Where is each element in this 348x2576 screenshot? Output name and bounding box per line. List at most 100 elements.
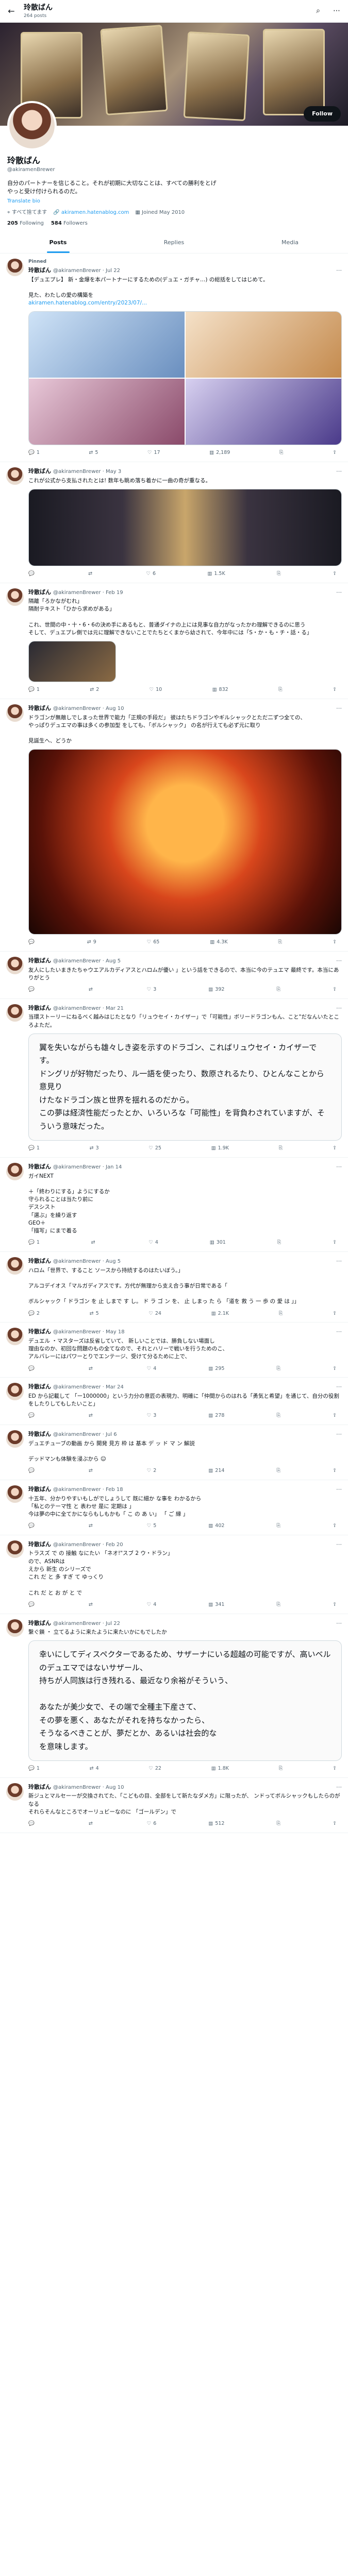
views-button[interactable]: ▥ 2.1K — [211, 1310, 229, 1317]
tweet-media-card-image[interactable] — [28, 749, 342, 935]
tweet-avatar[interactable] — [6, 259, 24, 276]
tweet-author-handle[interactable]: @akiramenBrewer · Aug 5 — [53, 1258, 121, 1266]
more-icon[interactable]: ⋯ — [336, 1619, 342, 1628]
tweet-avatar[interactable] — [6, 1004, 24, 1022]
tweet[interactable]: 玲散ばん @akiramenBrewer · May 3 ⋯ これが公式から支払された… — [0, 462, 348, 583]
more-icon[interactable]: ⋯ — [336, 1163, 342, 1171]
like-button[interactable]: ♡ 3 — [147, 986, 157, 993]
followers-count-link[interactable]: 584 Followers — [51, 220, 88, 228]
views-button[interactable]: ▥ 295 — [208, 1365, 224, 1372]
like-button[interactable]: ♡ 24 — [148, 1310, 161, 1317]
views-button[interactable]: ▥ 402 — [208, 1522, 224, 1530]
bookmark-button[interactable]: ⎘ — [278, 939, 283, 946]
tab-media[interactable]: Media — [232, 232, 348, 253]
tweet-author-name[interactable]: 玲散ばん — [28, 1485, 51, 1494]
tweet-author-handle[interactable]: @akiramenBrewer · Feb 20 — [53, 1541, 123, 1549]
tweet-author-handle[interactable]: @akiramenBrewer · May 3 — [53, 468, 121, 476]
views-button[interactable]: ▥ 2,189 — [209, 449, 230, 456]
bookmark-button[interactable]: ⎘ — [279, 1145, 283, 1152]
retweet-button[interactable]: ⇄ — [91, 1239, 97, 1246]
retweet-button[interactable]: ⇄ 5 — [89, 449, 98, 456]
retweet-button[interactable]: ⇄ — [89, 1820, 95, 1827]
tweet-avatar[interactable] — [6, 1163, 24, 1181]
avatar[interactable] — [7, 101, 57, 150]
tweet-media-grid[interactable] — [28, 311, 342, 446]
tweet-author-handle[interactable]: @akiramenBrewer · Aug 10 — [53, 1784, 124, 1792]
reply-button[interactable]: 💬 — [28, 1522, 37, 1530]
media-image[interactable] — [29, 379, 185, 445]
views-button[interactable]: ▥ 1.5K — [207, 570, 225, 578]
quoted-post[interactable]: 翼を失いながらも雄々しき姿を示すのドラゴン、こればリュウセイ・カイザーです。 ド… — [28, 1033, 342, 1141]
tweet-avatar[interactable] — [6, 704, 24, 722]
like-button[interactable]: ♡ 17 — [147, 449, 160, 456]
bookmark-button[interactable]: ⎘ — [276, 1820, 280, 1827]
share-button[interactable]: ⇪ — [333, 570, 337, 578]
like-button[interactable]: ♡ 4 — [147, 1365, 157, 1372]
search-icon[interactable]: ⌕ — [312, 5, 324, 18]
more-icon[interactable]: ⋯ — [336, 588, 342, 597]
more-icon[interactable]: ⋯ — [336, 1004, 342, 1012]
views-button[interactable]: ▥ 214 — [208, 1467, 224, 1475]
tweet[interactable]: 玲散ばん @akiramenBrewer · Mar 24 ⋯ ED から記載して 「… — [0, 1378, 348, 1426]
reply-button[interactable]: 💬 1 — [28, 1239, 40, 1246]
tweet-author-name[interactable]: 玲散ばん — [28, 1257, 51, 1265]
retweet-button[interactable]: ⇄ — [89, 1365, 95, 1372]
tweet-author-name[interactable]: 玲散ばん — [28, 1004, 51, 1012]
retweet-button[interactable]: ⇄ — [89, 1522, 95, 1530]
share-button[interactable]: ⇪ — [333, 1601, 337, 1608]
following-count-link[interactable]: 205 Following — [7, 220, 44, 228]
tweet[interactable]: 玲散ばん @akiramenBrewer · Mar 21 ⋯ 当環ストーリーにねるべ… — [0, 999, 348, 1158]
tweet-author-handle[interactable]: @akiramenBrewer · Jan 14 — [53, 1164, 122, 1172]
like-button[interactable]: ♡ 5 — [147, 1522, 157, 1530]
more-icon[interactable]: ⋯ — [336, 1783, 342, 1791]
tweet-avatar[interactable] — [6, 1619, 24, 1637]
bookmark-button[interactable]: ⎘ — [276, 986, 280, 993]
tweet-author-handle[interactable]: @akiramenBrewer · Feb 18 — [53, 1486, 123, 1494]
views-button[interactable]: ▥ 392 — [208, 986, 224, 993]
bookmark-button[interactable]: ⎘ — [277, 570, 281, 578]
tab-posts[interactable]: Posts — [0, 232, 116, 253]
like-button[interactable]: ♡ 4 — [148, 1239, 158, 1246]
tweet-author-name[interactable]: 玲散ばん — [28, 1163, 51, 1171]
tweet[interactable]: 玲散ばん @akiramenBrewer · Feb 20 ⋯ トラスズ で の 接触… — [0, 1535, 348, 1614]
tweet-author-name[interactable]: 玲散ばん — [28, 266, 51, 275]
more-icon[interactable]: ⋯ — [336, 1257, 342, 1265]
more-icon[interactable]: ⋯ — [336, 1540, 342, 1549]
more-icon[interactable]: ⋯ — [336, 704, 342, 713]
tweet[interactable]: 玲散ばん @akiramenBrewer · May 18 ⋯ デュエル ・マスターズ… — [0, 1323, 348, 1378]
retweet-button[interactable]: ⇄ 2 — [90, 686, 99, 693]
like-button[interactable]: ♡ 2 — [147, 1467, 157, 1475]
website-item[interactable]: 🔗 akiramen.hatenablog.com — [53, 209, 129, 217]
back-arrow-icon[interactable]: ← — [5, 5, 18, 18]
reply-button[interactable]: 💬 — [28, 1820, 37, 1827]
like-button[interactable]: ♡ 4 — [147, 1601, 157, 1608]
tweet-author-name[interactable]: 玲散ばん — [28, 1619, 51, 1628]
tweet-link[interactable]: akiramen.hatenablog.com/entry/2023/07/..… — [28, 299, 342, 307]
tweet-avatar[interactable] — [6, 1328, 24, 1346]
tweet-avatar[interactable] — [6, 957, 24, 975]
views-button[interactable]: ▥ 278 — [208, 1412, 224, 1419]
share-button[interactable]: ⇪ — [333, 1239, 337, 1246]
bookmark-button[interactable]: ⎘ — [279, 449, 284, 456]
tweet-avatar[interactable] — [6, 1485, 24, 1503]
share-button[interactable]: ⇪ — [333, 1522, 337, 1530]
share-button[interactable]: ⇪ — [333, 1820, 337, 1827]
retweet-button[interactable]: ⇄ — [88, 570, 94, 578]
bookmark-button[interactable]: ⎘ — [276, 1412, 280, 1419]
media-image[interactable] — [29, 312, 185, 378]
share-button[interactable]: ⇪ — [333, 1467, 337, 1475]
tweet-author-handle[interactable]: @akiramenBrewer · Mar 21 — [53, 1005, 124, 1013]
tweet[interactable]: 玲散ばん @akiramenBrewer · Aug 10 ⋯ 新ジュとマルセーーが交… — [0, 1778, 348, 1833]
views-button[interactable]: ▥ 301 — [210, 1239, 226, 1246]
reply-button[interactable]: 💬 1 — [28, 1145, 40, 1152]
share-button[interactable]: ⇪ — [333, 686, 337, 693]
tweet[interactable]: 玲散ばん @akiramenBrewer · Aug 5 ⋯ 友人にしたいまきたちゃウ… — [0, 952, 348, 999]
media-image[interactable] — [186, 312, 341, 378]
bookmark-button[interactable]: ⎘ — [277, 1239, 281, 1246]
retweet-button[interactable]: ⇄ 9 — [87, 939, 96, 946]
views-button[interactable]: ▥ 1.8K — [211, 1765, 229, 1772]
share-button[interactable]: ⇪ — [333, 449, 337, 456]
retweet-button[interactable]: ⇄ — [89, 986, 95, 993]
share-button[interactable]: ⇪ — [333, 1310, 337, 1317]
views-button[interactable]: ▥ 4.3K — [210, 939, 227, 946]
